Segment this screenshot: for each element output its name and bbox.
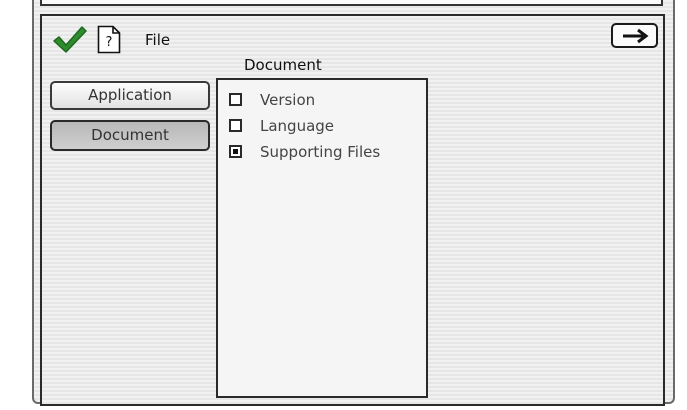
language-checkbox[interactable]: [229, 119, 242, 132]
document-question-icon: ?: [97, 25, 121, 54]
option-label: Supporting Files: [260, 143, 381, 161]
section-title: Document: [244, 56, 322, 74]
file-title: File: [145, 31, 171, 49]
svg-text:?: ?: [106, 35, 113, 50]
version-checkbox[interactable]: [229, 93, 242, 106]
option-label: Language: [260, 117, 335, 135]
arrow-right-icon: [623, 28, 649, 44]
document-button[interactable]: Document: [50, 120, 210, 151]
option-label: Version: [260, 91, 316, 109]
top-divider: [40, 0, 663, 6]
supporting-files-checkbox[interactable]: [229, 145, 242, 158]
next-button[interactable]: [611, 23, 658, 48]
application-button[interactable]: Application: [50, 81, 210, 110]
checkmark-icon: [53, 26, 87, 53]
